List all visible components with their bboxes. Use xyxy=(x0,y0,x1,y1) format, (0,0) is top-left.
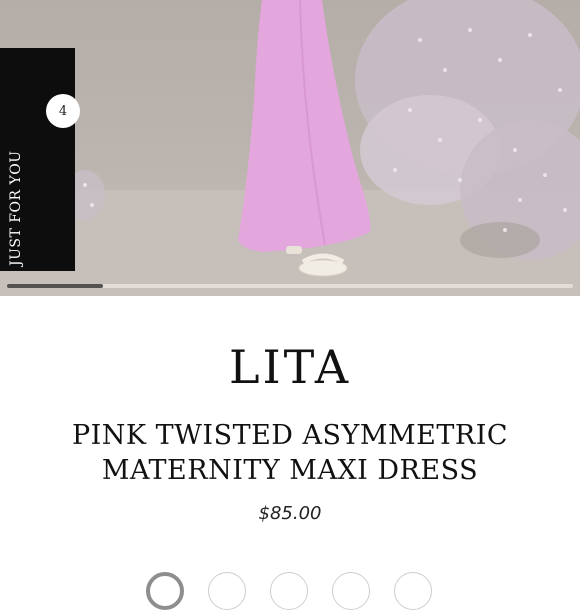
badge-count: 4 xyxy=(46,94,80,128)
carousel-scroll-thumb[interactable] xyxy=(7,284,104,288)
color-swatch[interactable] xyxy=(146,572,184,610)
carousel-scrollbar[interactable] xyxy=(7,284,573,288)
color-swatch[interactable] xyxy=(394,572,432,610)
color-swatch[interactable] xyxy=(332,572,370,610)
dress xyxy=(238,0,371,252)
product-photo xyxy=(0,0,580,296)
product-image[interactable]: 4 JUST FOR YOU xyxy=(0,0,580,296)
product-title-line-1: PINK TWISTED ASYMMETRIC xyxy=(71,420,509,451)
product-title-line-2: MATERNITY MAXI DRESS xyxy=(101,455,479,486)
brand-name: LITA xyxy=(228,340,352,394)
just-for-you-label: JUST FOR YOU xyxy=(8,150,24,267)
color-swatch[interactable] xyxy=(208,572,246,610)
product-title: PINK TWISTED ASYMMETRIC MATERNITY MAXI D… xyxy=(20,418,560,488)
color-swatch[interactable] xyxy=(270,572,308,610)
color-swatches xyxy=(0,572,580,610)
product-price: $85.00 xyxy=(258,503,322,524)
just-for-you-tab[interactable]: 4 JUST FOR YOU xyxy=(0,48,80,271)
